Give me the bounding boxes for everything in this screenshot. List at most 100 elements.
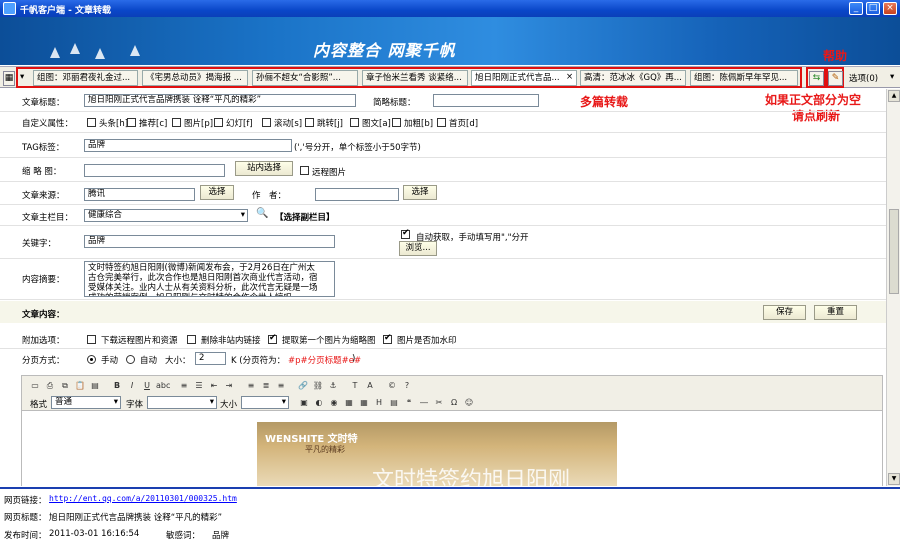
vertical-scrollbar[interactable]: ▲ ▼ (886, 89, 900, 486)
minimize-button[interactable]: _ (849, 2, 863, 15)
thumb-input[interactable] (84, 164, 225, 177)
remote-image-checkbox[interactable] (300, 166, 309, 175)
copy-icon[interactable]: ⧉ (59, 380, 71, 392)
options-button[interactable]: 选项(0) (849, 72, 878, 84)
attr-checkbox[interactable] (127, 118, 136, 127)
special-char-icon[interactable]: Ω (448, 397, 460, 409)
extra-option-checkbox[interactable] (268, 333, 277, 344)
bold-icon[interactable]: B (111, 380, 123, 392)
attr-checkbox[interactable] (262, 118, 271, 127)
tab-close-icon[interactable]: × (566, 72, 573, 82)
font-select[interactable]: ▾ (147, 396, 217, 409)
search-icon[interactable]: 🔍 (256, 208, 268, 219)
help-icon[interactable]: ✎ (828, 71, 843, 86)
media-icon[interactable]: ◉ (328, 397, 340, 409)
tag-label: TAG标签： (22, 143, 65, 153)
tab-6[interactable]: 高清：范冰冰《GQ》再... (580, 70, 686, 86)
auto-get-checkbox[interactable] (401, 228, 410, 239)
save-button[interactable]: 保存 (763, 305, 806, 320)
summary-textarea[interactable]: 文时特签约旭日阳刚(微博)新闻发布会，于2月26日在广州太古仓完美举行，此次合作… (84, 261, 335, 297)
unordered-list-icon[interactable]: ☰ (193, 380, 205, 392)
unlink-icon[interactable]: ⛓ (312, 380, 324, 392)
extra-option-checkbox[interactable] (383, 333, 392, 344)
extra-option-label: 图片是否加水印 (397, 336, 457, 346)
site-select-button[interactable]: 站内选择 (235, 161, 293, 176)
source-icon[interactable]: ▭ (29, 380, 41, 392)
anchor-icon[interactable]: ⚓ (327, 380, 339, 392)
source-select-button[interactable]: 选择 (200, 185, 234, 200)
about-icon[interactable]: ? (401, 380, 413, 392)
attr-checkbox[interactable] (305, 118, 314, 127)
paste-text-icon[interactable]: ▤ (89, 380, 101, 392)
size-input[interactable]: 2 (195, 352, 226, 365)
copyright-icon[interactable]: © (386, 380, 398, 392)
author-input[interactable] (315, 188, 399, 201)
paste-icon[interactable]: 📋 (74, 380, 86, 392)
scroll-down-icon[interactable]: ▼ (888, 473, 900, 485)
bg-color-icon[interactable]: A (364, 380, 376, 392)
close-button[interactable]: × (883, 2, 897, 15)
keyword-input[interactable]: 品牌 (84, 235, 335, 248)
scroll-thumb[interactable] (889, 209, 899, 294)
url-link[interactable]: http://ent.qq.com/a/20110301/000325.htm (49, 494, 237, 503)
scroll-up-icon[interactable]: ▲ (888, 90, 900, 102)
author-select-button[interactable]: 选择 (403, 185, 437, 200)
chevron-down-icon: ▾ (113, 397, 118, 407)
column-select[interactable]: 健康综合 ▾ (84, 209, 248, 222)
ordered-list-icon[interactable]: ≡ (178, 380, 190, 392)
align-left-icon[interactable]: ≡ (245, 380, 257, 392)
tab-1[interactable]: 组图：邓丽君夜礼金过... (33, 70, 138, 86)
tab-2[interactable]: 《宅男总动员》揭海报 ... (142, 70, 248, 86)
tag-input[interactable]: 品牌 (84, 139, 292, 152)
format-select[interactable]: 普通 ▾ (51, 396, 121, 409)
strike-icon[interactable]: abc (156, 380, 170, 392)
source-input[interactable]: 腾讯 (84, 188, 195, 201)
tab-5-active[interactable]: 旭日阳刚正式代言品... (471, 70, 577, 86)
hr-icon[interactable]: ― (418, 397, 430, 409)
outdent-icon[interactable]: ⇤ (208, 380, 220, 392)
italic-icon[interactable]: I (126, 380, 138, 392)
attr-checkbox[interactable] (214, 118, 223, 127)
browse-button[interactable]: 浏览... (399, 241, 437, 256)
html-icon[interactable]: H (373, 397, 385, 409)
indent-icon[interactable]: ⇥ (223, 380, 235, 392)
short-title-input[interactable] (433, 94, 539, 107)
options-dropdown-icon[interactable]: ▾ (890, 72, 894, 82)
image-icon[interactable]: ▣ (298, 397, 310, 409)
refresh-icon[interactable]: ⇆ (809, 71, 824, 86)
code-icon[interactable]: ▤ (388, 397, 400, 409)
tab-4[interactable]: 章子怡米兰看秀 谈紧络... (362, 70, 468, 86)
publish-time-value: 2011-03-01 16:16:54 (49, 529, 140, 539)
quote-icon[interactable]: ❝ (403, 397, 415, 409)
tab-3[interactable]: 孙俪不超女“合影照”... (252, 70, 358, 86)
attr-checkbox[interactable] (87, 118, 96, 127)
attr-checkbox[interactable] (437, 118, 446, 127)
file-icon[interactable]: ▦ (343, 397, 355, 409)
flash-icon[interactable]: ◐ (313, 397, 325, 409)
preview-icon[interactable]: ⎙ (44, 380, 56, 392)
table-icon[interactable]: ▦ (358, 397, 370, 409)
text-color-icon[interactable]: T (349, 380, 361, 392)
manual-radio[interactable] (87, 355, 96, 364)
attr-checkbox[interactable] (350, 118, 359, 127)
title-input[interactable]: 旭日阳刚正式代言品牌携装 诠释“平凡的精彩” (84, 94, 356, 107)
pagebreak-icon[interactable]: ✂ (433, 397, 445, 409)
fontsize-select[interactable]: ▾ (241, 396, 289, 409)
extra-option-checkbox[interactable] (187, 335, 196, 344)
attr-checkbox[interactable] (392, 118, 401, 127)
link-icon[interactable]: 🔗 (297, 380, 309, 392)
divider (0, 204, 886, 205)
extra-option-checkbox[interactable] (87, 335, 96, 344)
maximize-button[interactable]: □ (866, 2, 880, 15)
smiley-icon[interactable]: ☺ (463, 397, 475, 409)
align-center-icon[interactable]: ≣ (260, 380, 272, 392)
reset-button[interactable]: 重置 (814, 305, 857, 320)
underline-icon[interactable]: U (141, 380, 153, 392)
attr-checkbox[interactable] (172, 118, 181, 127)
auto-radio[interactable] (126, 355, 135, 364)
align-right-icon[interactable]: ≡ (275, 380, 287, 392)
format-value: 普通 (55, 397, 73, 407)
grid-icon[interactable]: ▦ (3, 71, 15, 86)
sub-column-link[interactable]: 【选择副栏目】 (275, 211, 335, 223)
tab-7[interactable]: 组图：陈佩斯早年罕见... (690, 70, 798, 86)
